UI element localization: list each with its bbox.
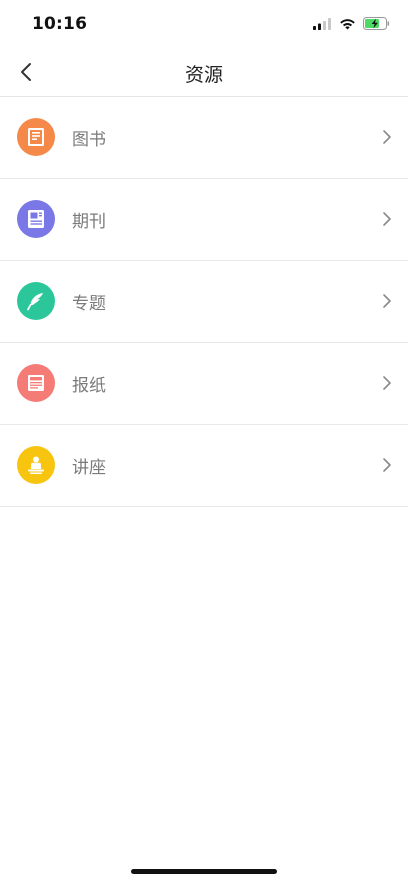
feather-icon [17,282,55,320]
list-item-label: 图书 [72,130,106,150]
list-item-label: 报纸 [72,376,106,396]
list-item-books[interactable]: 图书 [0,97,408,179]
page-title: 资源 [184,64,223,86]
status-time: 10:16 [32,14,88,34]
book-icon [17,118,55,156]
list-item-label: 期刊 [72,212,106,232]
status-bar: 10:16 [0,0,408,48]
list-item-label: 专题 [72,294,106,314]
newspaper-icon [17,364,55,402]
wifi-icon [340,18,355,29]
chevron-right-icon [383,212,391,226]
cellular-signal-icon [313,17,331,30]
chevron-right-icon [383,294,391,308]
list-item-journals[interactable]: 期刊 [0,179,408,261]
nav-bar: 资源 [0,48,408,97]
battery-charging-icon [363,17,390,30]
resource-list: 图书 期刊 专题 报纸 讲座 [0,97,408,507]
list-item-topics[interactable]: 专题 [0,261,408,343]
status-icons [313,17,390,30]
list-item-lectures[interactable]: 讲座 [0,425,408,507]
list-item-label: 讲座 [72,458,106,478]
chevron-right-icon [383,458,391,472]
home-indicator[interactable] [131,869,277,874]
list-item-newspapers[interactable]: 报纸 [0,343,408,425]
journal-icon [17,200,55,238]
chevron-right-icon [383,130,391,144]
lecture-icon [17,446,55,484]
chevron-right-icon [383,376,391,390]
